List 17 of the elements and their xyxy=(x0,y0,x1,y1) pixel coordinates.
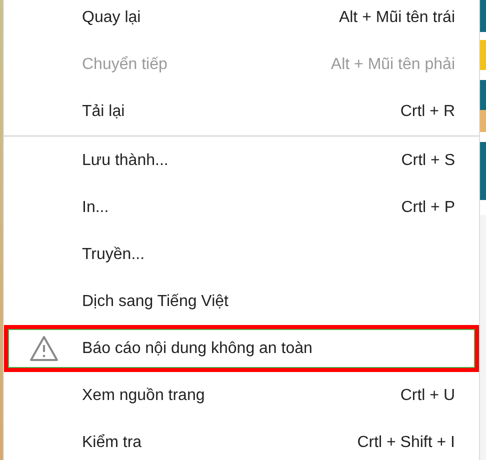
menu-item[interactable]: Xem nguồn trang Crtl + U xyxy=(4,372,479,419)
warning-icon xyxy=(29,335,59,362)
menu-item[interactable]: Quay lại Alt + Mũi tên trái xyxy=(4,0,479,41)
menu-item[interactable]: Truyền... xyxy=(4,231,479,278)
shortcut-text: Crtl + R xyxy=(400,102,455,122)
menu-item[interactable]: Báo cáo nội dung không an toàn xyxy=(4,325,479,372)
menu-item[interactable]: Kiểm tra Crtl + Shift + I xyxy=(4,419,479,460)
menu-item[interactable]: Tải lại Crtl + R xyxy=(4,88,479,135)
shortcut-text: Crtl + U xyxy=(400,386,455,406)
menu-item[interactable]: Lưu thành... Crtl + S xyxy=(4,137,479,184)
menu-item[interactable]: Dịch sang Tiếng Việt xyxy=(4,278,479,325)
shortcut-text: Crtl + Shift + I xyxy=(357,432,455,452)
shortcut-text: Crtl + P xyxy=(401,198,455,218)
shortcut-text: Alt + Mũi tên phải xyxy=(330,54,455,74)
shortcut-text: Crtl + S xyxy=(401,150,455,170)
menu-item[interactable]: In... Crtl + P xyxy=(4,184,479,231)
shortcut-text: Alt + Mũi tên trái xyxy=(338,8,455,28)
